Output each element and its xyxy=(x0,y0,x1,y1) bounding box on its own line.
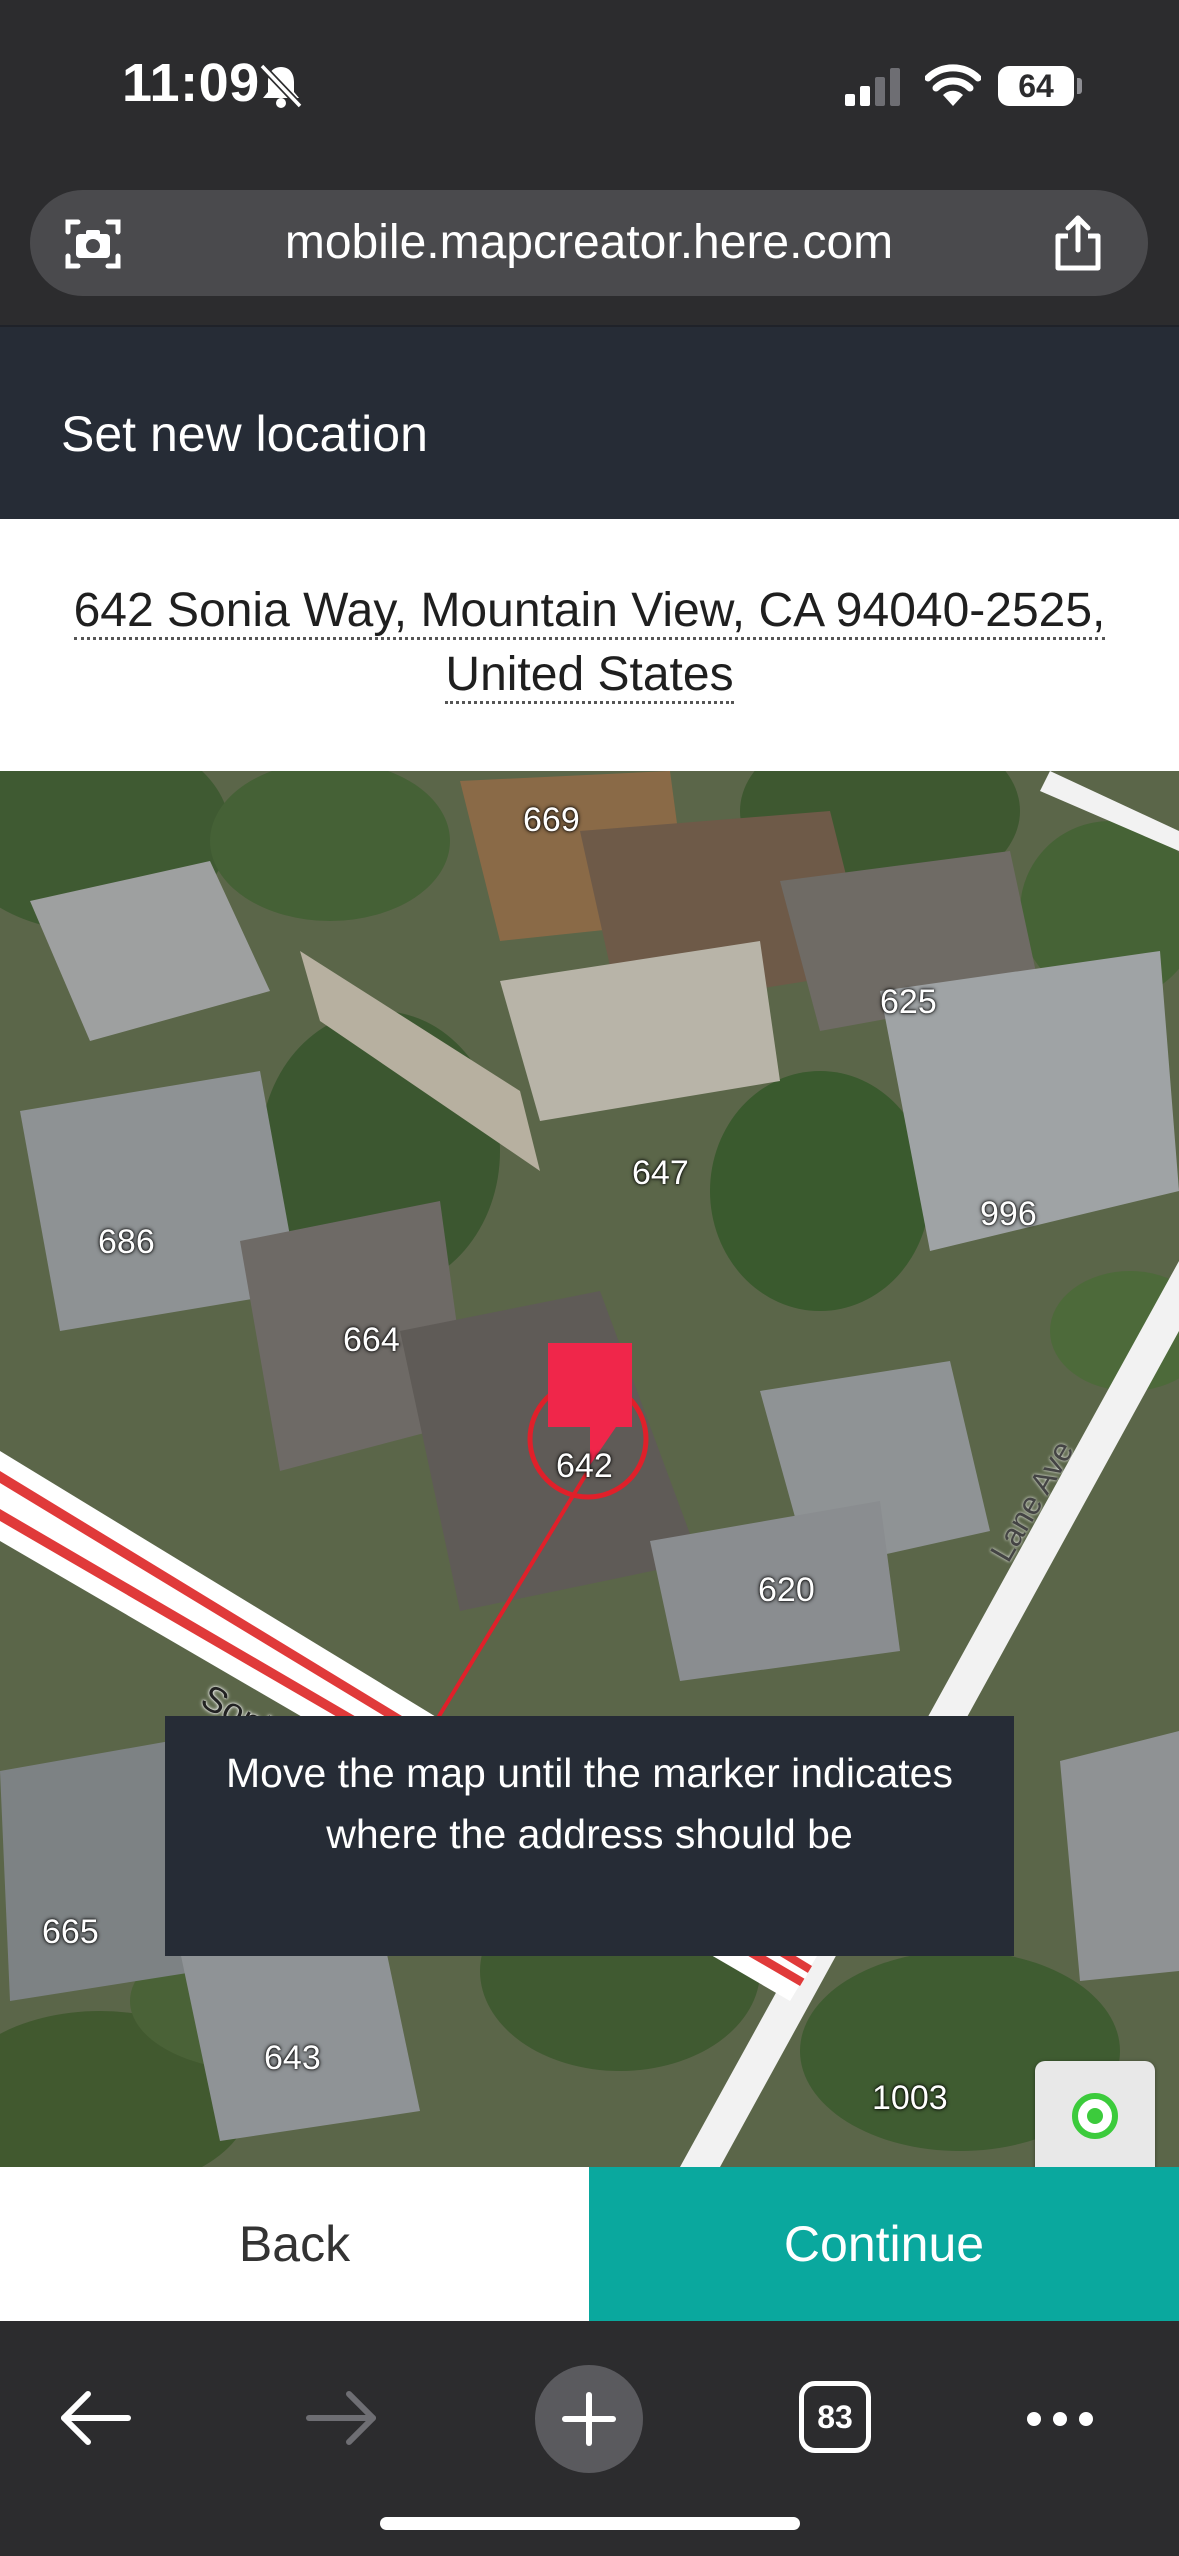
map-hint: Move the map until the marker indicates … xyxy=(165,1716,1014,1956)
house-number: 686 xyxy=(98,1223,155,1261)
status-time: 11:09 xyxy=(122,53,260,113)
forward-arrow-icon[interactable] xyxy=(305,2389,379,2447)
address-line-2[interactable]: United States xyxy=(445,648,734,704)
page-header: Set new location xyxy=(0,327,1179,519)
back-button[interactable]: Back xyxy=(0,2167,589,2321)
map-hint-text: Move the map until the marker indicates … xyxy=(226,1750,953,1857)
more-icon[interactable] xyxy=(1024,2409,1096,2429)
house-number: 996 xyxy=(980,1195,1037,1233)
battery-tip xyxy=(1077,78,1082,94)
address-bar[interactable]: mobile.mapcreator.here.com xyxy=(30,190,1148,296)
house-number: 625 xyxy=(880,983,937,1021)
house-number-selected: 642 xyxy=(556,1447,613,1485)
address-panel: 642 Sonia Way, Mountain View, CA 94040-2… xyxy=(0,519,1179,771)
house-number: 669 xyxy=(523,801,580,839)
battery-icon: 64 xyxy=(998,66,1074,106)
satellite-map[interactable]: 669 625 647 996 686 664 620 665 643 1003… xyxy=(0,771,1179,2167)
new-tab-button[interactable] xyxy=(535,2365,643,2473)
house-number: 664 xyxy=(343,1321,400,1359)
camera-icon[interactable] xyxy=(64,216,122,272)
map-controls xyxy=(1035,2061,1155,2167)
house-number: 1003 xyxy=(872,2079,948,2117)
address-text[interactable]: 642 Sonia Way, Mountain View, CA 94040-2… xyxy=(40,579,1139,707)
home-indicator xyxy=(380,2517,800,2530)
tabs-button[interactable]: 83 xyxy=(799,2381,871,2453)
continue-button[interactable]: Continue xyxy=(589,2167,1179,2321)
house-number: 665 xyxy=(42,1913,99,1951)
back-arrow-icon[interactable] xyxy=(58,2389,132,2447)
share-icon[interactable] xyxy=(1050,214,1106,272)
plus-icon xyxy=(562,2392,616,2446)
signal-icon xyxy=(845,68,900,106)
status-bar: 11:09 64 xyxy=(0,0,1179,170)
house-number: 620 xyxy=(758,1571,815,1609)
bell-slash-icon xyxy=(259,63,303,109)
house-number: 647 xyxy=(632,1154,689,1192)
address-line-1[interactable]: 642 Sonia Way, Mountain View, CA 94040-2… xyxy=(73,584,1106,640)
wifi-icon xyxy=(925,64,981,106)
url-text[interactable]: mobile.mapcreator.here.com xyxy=(30,190,1148,296)
my-location-icon[interactable] xyxy=(1070,2091,1120,2141)
house-number: 643 xyxy=(264,2039,321,2077)
page-title: Set new location xyxy=(61,406,428,462)
